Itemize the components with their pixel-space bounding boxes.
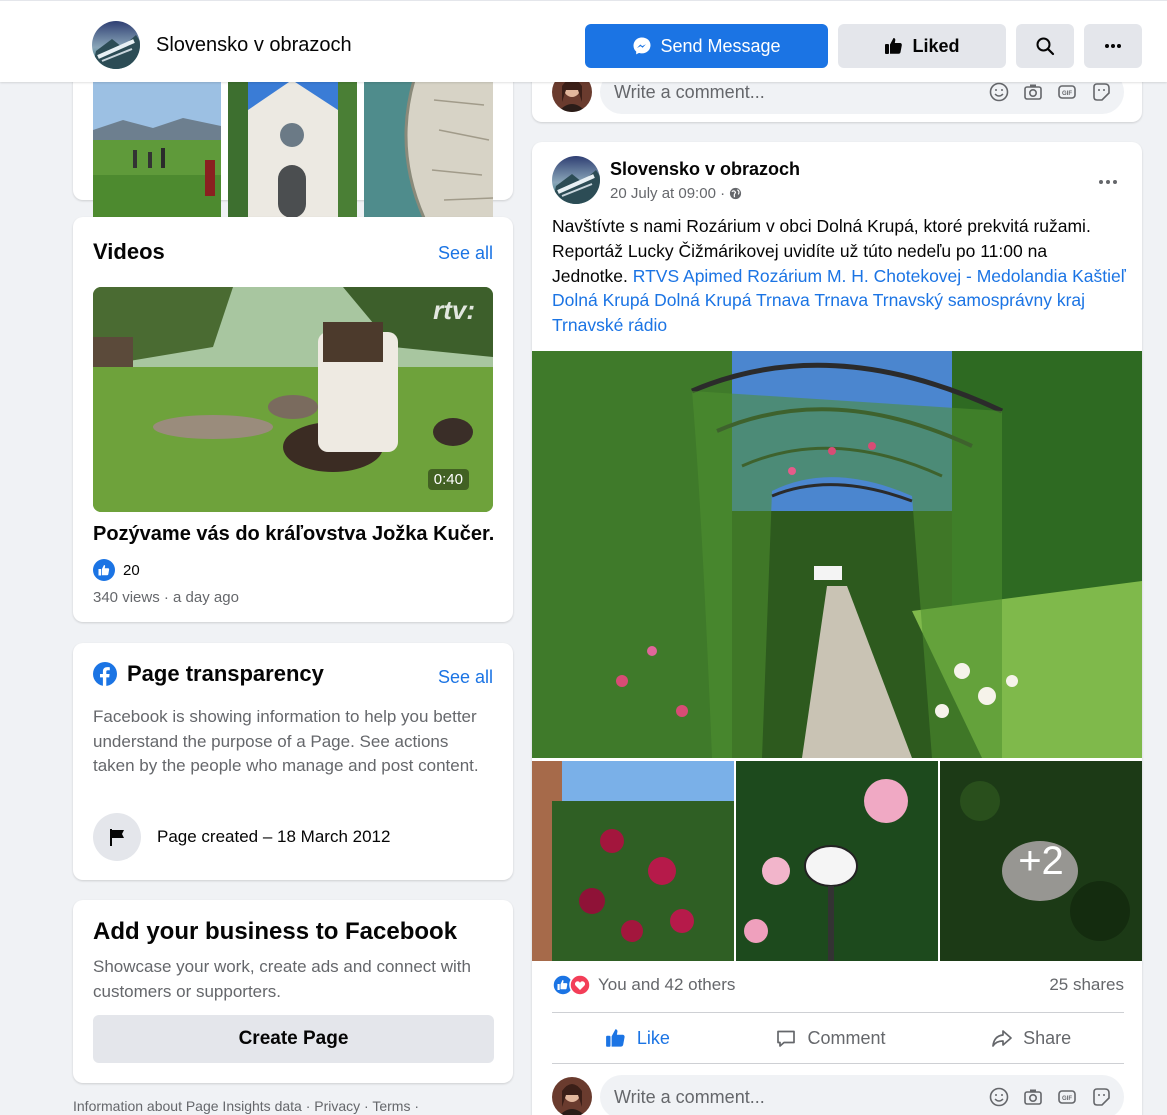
gif-icon[interactable]: GIF bbox=[1056, 81, 1078, 103]
video-likes: 20 bbox=[93, 559, 140, 581]
post-card: Slovensko v obrazoch 20 July at 09:00 · … bbox=[532, 142, 1142, 1115]
post-text: Navštívte s nami Rozárium v obci Dolná K… bbox=[552, 214, 1127, 338]
business-title: Add your business to Facebook bbox=[93, 918, 458, 945]
video-duration: 0:40 bbox=[427, 469, 469, 490]
page-transparency-card: Page transparency See all Facebook is sh… bbox=[73, 643, 513, 880]
thumbs-up-icon bbox=[605, 1029, 625, 1047]
page-created-text: Page created – 18 March 2012 bbox=[157, 827, 391, 846]
comment-tools: GIF bbox=[988, 81, 1112, 103]
post-options-button[interactable] bbox=[1098, 168, 1118, 191]
sticker-icon[interactable] bbox=[1090, 81, 1112, 103]
photo-thumbnail[interactable] bbox=[93, 80, 221, 218]
post-tag-links[interactable]: RTVS Apimed Rozárium M. H. Chotekovej - … bbox=[552, 266, 1126, 336]
share-button[interactable]: Share bbox=[991, 1027, 1071, 1049]
share-label: Share bbox=[1023, 1027, 1072, 1048]
transparency-see-all-link[interactable]: See all bbox=[438, 667, 493, 688]
footer-links[interactable]: Information about Page Insights data · P… bbox=[73, 1098, 419, 1114]
post-date-row: 20 July at 09:00 · bbox=[610, 185, 800, 202]
add-business-card: Add your business to Facebook Showcase y… bbox=[73, 900, 513, 1083]
shares-count[interactable]: 25 shares bbox=[1049, 975, 1124, 995]
video-meta: 340 views · a day ago bbox=[93, 589, 239, 606]
sticker-icon[interactable] bbox=[1090, 1086, 1112, 1108]
like-button[interactable]: Like bbox=[605, 1027, 670, 1049]
emoji-icon[interactable] bbox=[988, 81, 1010, 103]
comment-placeholder: Write a comment... bbox=[614, 81, 765, 102]
search-icon bbox=[1036, 37, 1055, 56]
videos-title: Videos bbox=[93, 239, 165, 264]
messenger-icon bbox=[633, 37, 651, 55]
comment-placeholder: Write a comment... bbox=[614, 1086, 765, 1107]
camera-icon[interactable] bbox=[1022, 1086, 1044, 1108]
like-love-reactions-icon bbox=[552, 974, 591, 996]
like-label: Like bbox=[636, 1027, 670, 1048]
liked-button[interactable]: Liked bbox=[838, 24, 1006, 68]
send-message-label: Send Message bbox=[660, 35, 781, 56]
business-description: Showcase your work, create ads and conne… bbox=[93, 957, 471, 1001]
photo-thumbnail[interactable] bbox=[228, 80, 357, 218]
transparency-header: Page transparency bbox=[93, 661, 324, 687]
comment-composer: Write a comment... GIF bbox=[552, 1075, 1124, 1115]
more-photos-count: +2 bbox=[940, 761, 1142, 961]
comment-label: Comment bbox=[807, 1027, 886, 1048]
post-photo[interactable] bbox=[532, 761, 734, 961]
facebook-icon bbox=[93, 662, 117, 686]
videos-see-all-link[interactable]: See all bbox=[438, 243, 493, 264]
post-author[interactable]: Slovensko v obrazoch bbox=[610, 159, 800, 180]
page-created-row: Page created – 18 March 2012 bbox=[93, 813, 390, 861]
like-reaction-icon bbox=[93, 559, 115, 581]
transparency-title: Page transparency bbox=[127, 661, 324, 686]
video-title[interactable]: Pozývame vás do kráľovstva Jožka Kučer..… bbox=[93, 523, 493, 546]
camera-icon[interactable] bbox=[1022, 81, 1044, 103]
more-dots-icon bbox=[1105, 44, 1121, 48]
gif-icon[interactable]: GIF bbox=[1056, 1086, 1078, 1108]
page-avatar[interactable] bbox=[92, 21, 140, 69]
post-author-avatar[interactable] bbox=[552, 156, 600, 204]
post-main-photo[interactable] bbox=[532, 351, 1142, 758]
post-header: Slovensko v obrazoch 20 July at 09:00 · bbox=[552, 156, 800, 204]
thumbs-up-icon bbox=[885, 38, 903, 54]
flag-icon bbox=[93, 813, 141, 861]
comment-button[interactable]: Comment bbox=[775, 1027, 886, 1049]
globe-icon bbox=[730, 187, 742, 199]
post-photo[interactable] bbox=[736, 761, 938, 961]
page-name[interactable]: Slovensko v obrazoch bbox=[156, 34, 352, 57]
svg-text:GIF: GIF bbox=[1062, 1096, 1072, 1102]
share-icon bbox=[992, 1030, 1012, 1047]
comment-input[interactable]: Write a comment... GIF bbox=[600, 1075, 1124, 1115]
more-dots-icon bbox=[1099, 180, 1117, 184]
search-button[interactable] bbox=[1016, 24, 1074, 68]
video-likes-count: 20 bbox=[123, 561, 140, 579]
reactions-text[interactable]: You and 42 others bbox=[598, 975, 735, 995]
comment-tools: GIF bbox=[988, 1086, 1112, 1108]
reactions-summary: You and 42 others 25 shares bbox=[552, 974, 1124, 996]
post-date[interactable]: 20 July at 09:00 · bbox=[610, 185, 725, 202]
rtv-watermark: rtv: bbox=[433, 295, 475, 325]
liked-label: Liked bbox=[912, 35, 960, 56]
post-photo-more[interactable]: +2 bbox=[940, 761, 1142, 961]
videos-card: Videos See all rtv: 0:40 Pozývame vás do… bbox=[73, 217, 513, 622]
post-action-bar: Like Comment Share bbox=[552, 1012, 1124, 1064]
transparency-description: Facebook is showing information to help … bbox=[93, 707, 479, 775]
photo-thumbnail[interactable] bbox=[364, 80, 493, 218]
send-message-button[interactable]: Send Message bbox=[585, 24, 828, 68]
create-page-button[interactable]: Create Page bbox=[93, 1015, 494, 1063]
user-avatar[interactable] bbox=[552, 1077, 592, 1115]
more-options-button[interactable] bbox=[1084, 24, 1142, 68]
reactions-left[interactable]: You and 42 others bbox=[552, 974, 735, 996]
svg-text:GIF: GIF bbox=[1062, 91, 1072, 97]
video-thumbnail[interactable]: rtv: 0:40 bbox=[93, 287, 493, 512]
page-brand[interactable]: Slovensko v obrazoch bbox=[92, 21, 352, 69]
emoji-icon[interactable] bbox=[988, 1086, 1010, 1108]
comment-icon bbox=[777, 1030, 796, 1047]
page-header: Slovensko v obrazoch Send Message Liked bbox=[0, 0, 1167, 82]
